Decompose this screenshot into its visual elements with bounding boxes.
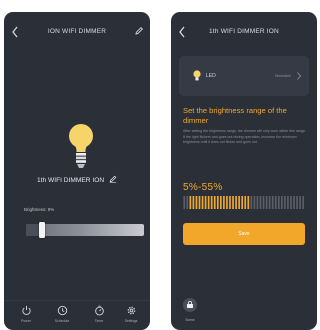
page-title: ION WIFI DIMMER (47, 28, 107, 35)
range-tick (250, 196, 253, 209)
brightness-label: Brightness: 9% (24, 207, 55, 212)
device-name: 1th WIFI DIMMER ION (4, 175, 150, 184)
range-tick (302, 196, 305, 209)
range-tick (293, 196, 295, 209)
range-tick (204, 196, 207, 209)
brightness-slider[interactable] (26, 222, 144, 238)
range-tick (287, 196, 289, 209)
range-tick (262, 196, 265, 209)
range-tick (296, 196, 298, 209)
clock-icon (57, 305, 67, 316)
power-icon (21, 305, 31, 315)
tab-settings[interactable]: Settings (116, 305, 146, 323)
scene-icon (187, 301, 193, 308)
edit-icon[interactable] (134, 26, 144, 36)
range-tick (216, 196, 219, 209)
tab-timer[interactable]: Timer (84, 305, 114, 323)
range-tick (268, 196, 271, 209)
range-tick (229, 196, 231, 209)
tab-settings-label: Settings (124, 319, 138, 323)
range-tick (241, 196, 244, 209)
range-tick (195, 196, 198, 209)
range-tick (299, 196, 301, 209)
range-tick (244, 196, 247, 209)
range-tick (232, 196, 234, 209)
tab-schedule[interactable]: Schedule (47, 305, 77, 323)
range-tick (253, 196, 256, 209)
range-tick (265, 196, 268, 209)
range-tick (186, 196, 189, 209)
range-tick (271, 196, 274, 209)
light-meta: Dimmable (274, 74, 291, 78)
range-tick (198, 196, 201, 209)
range-tick (290, 196, 292, 209)
gear-icon (127, 306, 135, 315)
range-tick (207, 196, 210, 209)
tab-power-label: Power (21, 319, 31, 323)
range-tick (235, 196, 237, 209)
scene-label: Scene (185, 318, 195, 322)
device-name-text: 1th WIFI DIMMER ION (37, 177, 105, 184)
range-tick (281, 196, 283, 209)
range-tick (220, 196, 222, 209)
scene-button[interactable] (183, 298, 197, 312)
top-bar: 1th WIFI DIMMER ION (171, 12, 317, 54)
range-tick (256, 196, 259, 209)
range-value: 5%-55% (183, 182, 223, 193)
range-tick (223, 196, 225, 209)
bottom-tab-bar: Power Schedule Timer Settings (4, 300, 150, 330)
page-title: 1th WIFI DIMMER ION (209, 28, 279, 35)
tab-schedule-label: Schedule (54, 319, 70, 323)
brightness-slider-thumb[interactable] (38, 222, 45, 238)
bulb-icon (69, 124, 93, 168)
tab-timer-label: Timer (94, 319, 104, 323)
range-tick (201, 196, 204, 209)
brightness-range-slider[interactable] (183, 196, 305, 209)
range-tick (210, 196, 213, 209)
tab-power[interactable]: Power (11, 305, 41, 323)
range-tick (259, 196, 262, 209)
light-name: LED (206, 73, 216, 79)
range-tick (277, 196, 280, 209)
brightness-slider-fill (26, 224, 39, 236)
range-tick (213, 196, 216, 209)
dimmer-control-screen: ION WIFI DIMMER 1th WIFI DIMMER ION Brig… (4, 12, 150, 330)
rename-pencil-icon[interactable] (109, 175, 117, 183)
range-tick (192, 196, 195, 209)
top-bar: ION WIFI DIMMER (4, 12, 150, 54)
brightness-range-screen: 1th WIFI DIMMER ION LED Dimmable Set the… (171, 12, 317, 330)
small-bulb-icon (193, 70, 201, 81)
range-heading: Set the brightness range of the dimmer (183, 106, 287, 125)
timer-icon (94, 305, 104, 316)
chevron-right-icon (297, 72, 302, 80)
range-tick (189, 196, 192, 209)
range-description: After setting the brightness range, the … (183, 129, 307, 145)
range-tick (226, 196, 228, 209)
range-tick (247, 196, 250, 209)
range-tick (274, 196, 277, 209)
range-tick (238, 196, 240, 209)
save-button[interactable]: Save (183, 223, 305, 245)
range-tick (284, 196, 286, 209)
light-type-card[interactable]: LED Dimmable (179, 56, 309, 96)
range-tick (183, 196, 186, 209)
